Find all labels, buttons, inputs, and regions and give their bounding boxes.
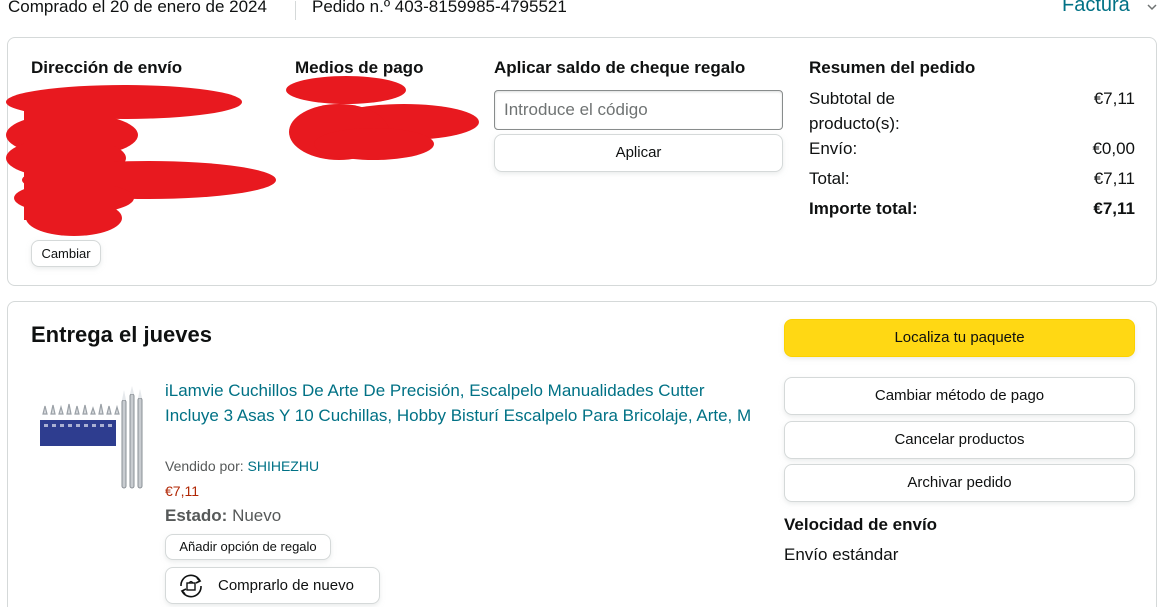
order-summary-title: Resumen del pedido xyxy=(809,58,976,77)
delivery-date-title: Entrega el jueves xyxy=(31,322,212,347)
invoice-dropdown[interactable]: Factura xyxy=(1062,0,1130,17)
header-divider xyxy=(295,1,296,20)
shipping-address-title: Dirección de envío xyxy=(31,58,183,77)
seller-info: Vendido por: SHIHEZHU xyxy=(165,458,319,474)
summary-label: Total: xyxy=(809,169,850,188)
summary-label: Envío: xyxy=(809,139,858,158)
seller-prefix: Vendido por: xyxy=(165,458,248,474)
change-payment-method-button[interactable]: Cambiar método de pago xyxy=(784,377,1135,415)
summary-value: €0,00 xyxy=(1092,139,1135,158)
condition-value: Nuevo xyxy=(227,506,282,525)
shipping-speed-title: Velocidad de envío xyxy=(784,515,938,534)
gift-card-title: Aplicar saldo de cheque regalo xyxy=(494,58,746,77)
cancel-items-button[interactable]: Cancelar productos xyxy=(784,421,1135,459)
summary-value: €7,11 xyxy=(1093,89,1135,108)
archive-order-button[interactable]: Archivar pedido xyxy=(784,464,1135,502)
order-details-card: Dirección de envío Cambiar Medios de pag… xyxy=(6,37,1157,286)
summary-row-shipping: Envío: €0,00 xyxy=(809,136,1135,161)
redacted-address xyxy=(6,85,276,236)
summary-label: Importe total: xyxy=(809,199,918,218)
seller-link[interactable]: SHIHEZHU xyxy=(248,458,320,474)
product-price: €7,11 xyxy=(165,483,199,499)
order-number: Pedido n.º 403-8159985-4795521 xyxy=(312,0,567,16)
apply-gift-button[interactable]: Aplicar xyxy=(494,134,783,172)
product-image[interactable] xyxy=(40,386,148,490)
gift-code-input[interactable] xyxy=(494,90,783,130)
shipping-speed-value: Envío estándar xyxy=(784,545,899,564)
change-address-button[interactable]: Cambiar xyxy=(31,240,101,267)
add-gift-option-button[interactable]: Añadir opción de regalo xyxy=(165,534,331,560)
product-title-link[interactable]: iLamvie Cuchillos De Arte De Precisión, … xyxy=(165,378,755,428)
summary-label: Subtotal de xyxy=(809,89,896,108)
purchase-date: Comprado el 20 de enero de 2024 xyxy=(8,0,267,16)
summary-value: €7,11 xyxy=(1093,169,1135,188)
summary-value: €7,11 xyxy=(1093,199,1135,218)
order-header: Comprado el 20 de enero de 2024 Pedido n… xyxy=(0,0,1169,26)
chevron-down-icon[interactable] xyxy=(1145,0,1159,14)
buy-again-icon xyxy=(180,574,202,598)
summary-row-subtotal: Subtotal de producto(s): €7,11 xyxy=(809,86,1135,136)
delivery-card: Entrega el jueves iLamvie Cuchillos De A… xyxy=(7,301,1157,607)
summary-row-total: Total: €7,11 xyxy=(809,166,1135,191)
summary-label-cont: producto(s): xyxy=(809,114,900,133)
condition-label: Estado: xyxy=(165,506,228,525)
buy-again-label: Comprarlo de nuevo xyxy=(218,577,354,594)
redacted-payment xyxy=(286,76,479,160)
product-condition: Estado: Nuevo xyxy=(165,506,281,526)
buy-again-button[interactable]: Comprarlo de nuevo xyxy=(165,567,380,604)
track-package-button[interactable]: Localiza tu paquete xyxy=(784,319,1135,357)
summary-row-grand-total: Importe total: €7,11 xyxy=(809,196,1135,221)
